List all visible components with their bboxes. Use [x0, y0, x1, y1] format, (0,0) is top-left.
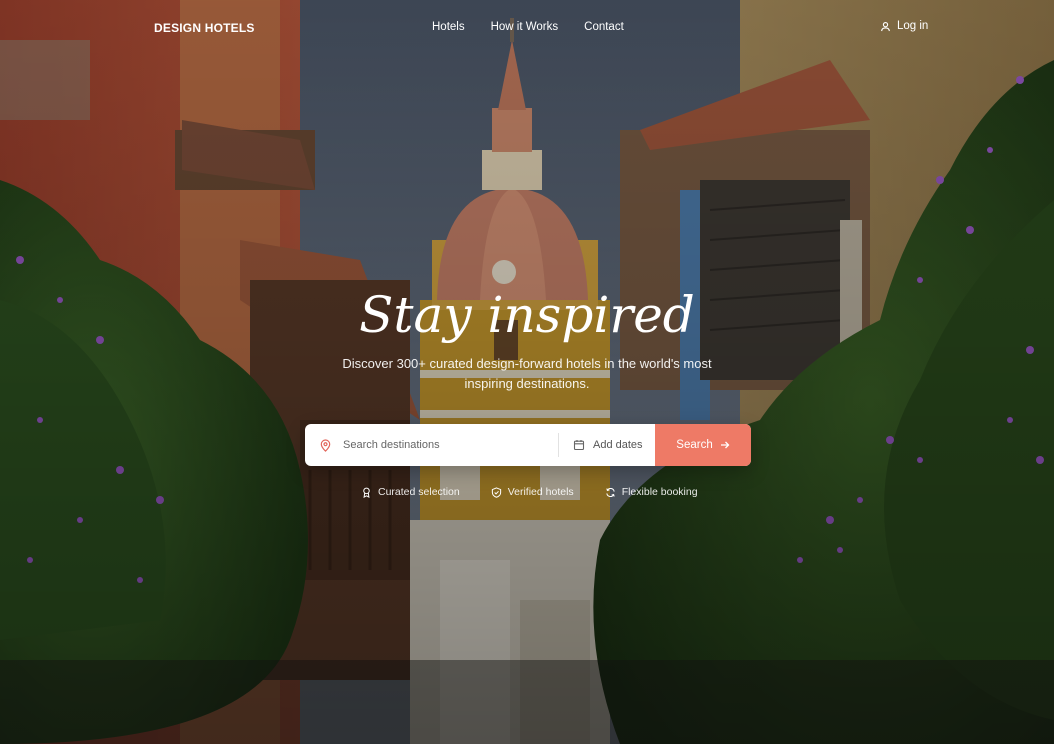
login-button[interactable]: Log in: [880, 20, 928, 32]
login-label: Log in: [897, 20, 929, 32]
feature-curated: Curated selection: [361, 486, 460, 498]
feature-label: Flexible booking: [621, 486, 698, 498]
map-pin-icon: [320, 438, 331, 452]
feature-verified: Verified hotels: [491, 486, 574, 498]
search-button-label: Search: [676, 439, 713, 451]
feature-label: Curated selection: [378, 486, 460, 498]
destination-search-input[interactable]: [341, 438, 545, 452]
feature-flexible: Flexible booking: [605, 486, 698, 498]
dates-label: Add dates: [593, 439, 643, 451]
hero-subtitle: Discover 300+ curated design-forward hot…: [342, 356, 712, 391]
award-icon: [363, 487, 370, 498]
brand-logo[interactable]: DESIGN HOTELS: [154, 21, 255, 35]
hero-headline: Stay inspired: [359, 286, 695, 344]
top-nav: DESIGN HOTELS Hotels How it Works Contac…: [0, 0, 1054, 56]
nav-link-hotels[interactable]: Hotels: [432, 21, 465, 33]
nav-link-contact[interactable]: Contact: [584, 21, 624, 33]
feature-list: Curated selection Verified hotels Flexib…: [361, 486, 698, 498]
search-bar: Add dates Search: [305, 424, 751, 466]
refresh-icon: [606, 487, 615, 497]
nav-links: Hotels How it Works Contact: [432, 21, 624, 33]
arrow-right-icon: [720, 441, 730, 449]
nav-link-how-it-works[interactable]: How it Works: [491, 21, 559, 33]
destination-field[interactable]: [305, 424, 558, 466]
user-icon: [881, 21, 890, 31]
shield-check-icon: [491, 486, 501, 498]
feature-label: Verified hotels: [507, 486, 574, 498]
dates-field[interactable]: Add dates: [559, 424, 655, 466]
calendar-icon: [573, 440, 585, 451]
search-button[interactable]: Search: [655, 424, 751, 466]
